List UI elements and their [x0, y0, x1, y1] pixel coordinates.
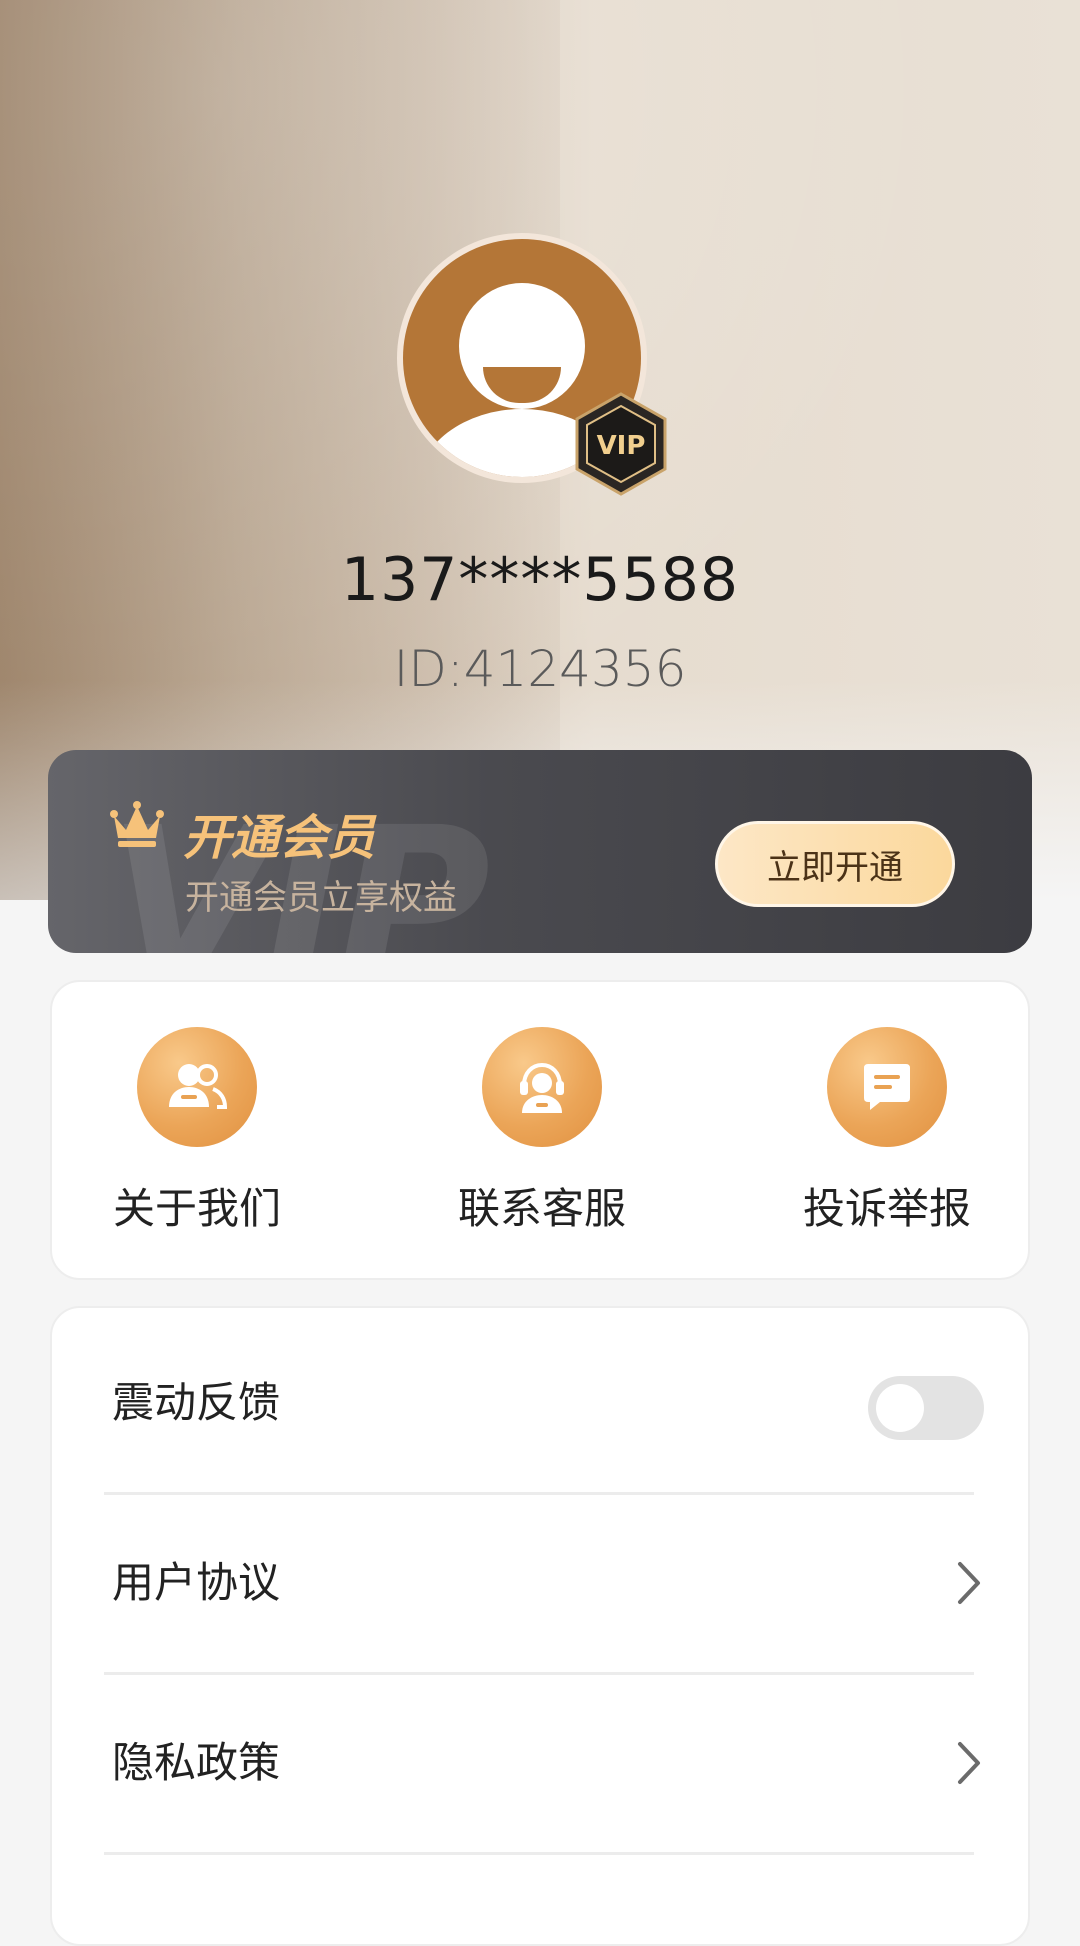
vip-subtitle: 开通会员立享权益	[185, 878, 457, 918]
action-icon-bg	[482, 1027, 602, 1147]
action-label: 投诉举报	[802, 1184, 971, 1233]
action-icon-bg	[137, 1027, 257, 1147]
action-complaint-report[interactable]: 投诉举报	[767, 1027, 1007, 1236]
message-icon	[864, 1064, 910, 1110]
toggle-knob	[876, 1384, 924, 1432]
setting-label: 震动反馈	[112, 1378, 281, 1427]
vip-membership-banner[interactable]: VIP 开通会员 开通会员立享权益 立即开通	[48, 750, 1032, 953]
action-contact-support[interactable]: 联系客服	[422, 1027, 662, 1236]
user-id: ID:4124356	[393, 640, 687, 698]
chevron-right-icon	[958, 1562, 980, 1604]
crown-icon	[110, 801, 164, 847]
setting-label: 隐私政策	[112, 1738, 281, 1787]
setting-privacy-policy[interactable]: 隐私政策	[52, 1674, 1028, 1852]
setting-user-agreement[interactable]: 用户协议	[52, 1494, 1028, 1672]
headset-agent-icon	[520, 1062, 564, 1113]
quick-actions-card: 关于我们 联系客服 投诉举报	[50, 980, 1030, 1280]
vip-badge-text: VIP	[597, 431, 646, 461]
setting-vibration-feedback[interactable]: 震动反馈	[52, 1314, 1028, 1492]
action-label: 联系客服	[457, 1184, 626, 1233]
chevron-right-icon	[958, 1742, 980, 1784]
users-icon	[169, 1064, 228, 1109]
open-vip-button[interactable]: 立即开通	[715, 821, 955, 907]
setting-label: 用户协议	[112, 1558, 281, 1607]
vip-badge-icon: VIP	[575, 392, 667, 496]
vibration-toggle[interactable]	[868, 1376, 984, 1440]
settings-list: 震动反馈 用户协议 隐私政策	[50, 1306, 1030, 1946]
user-phone: 137****5588	[340, 545, 740, 615]
vip-title: 开通会员	[183, 810, 376, 866]
action-label: 关于我们	[112, 1184, 281, 1233]
action-icon-bg	[827, 1027, 947, 1147]
divider	[104, 1852, 974, 1855]
action-about-us[interactable]: 关于我们	[77, 1027, 317, 1236]
